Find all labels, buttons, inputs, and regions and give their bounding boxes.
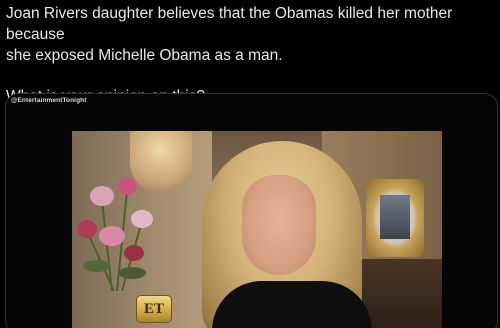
video-watermark: @EntertainmentTonight	[11, 97, 87, 104]
tweet-post: Joan Rivers daughter believes that the O…	[0, 0, 500, 328]
et-logo: ET	[136, 295, 172, 323]
flower-arrangement	[77, 177, 153, 291]
leaf	[118, 267, 146, 279]
tweet-text-line-1: Joan Rivers daughter believes that the O…	[6, 5, 453, 43]
tweet-text: Joan Rivers daughter believes that the O…	[6, 3, 496, 107]
flower-bloom	[131, 210, 153, 228]
tweet-text-line-2: she exposed Michelle Obama as a man.	[6, 47, 283, 64]
video-media-card[interactable]: @EntertainmentTonight ET	[5, 93, 498, 328]
flower-bloom	[77, 220, 97, 238]
flower-bloom	[90, 186, 114, 206]
video-player[interactable]: ET	[72, 131, 442, 328]
flower-bloom	[124, 245, 144, 261]
person-face	[242, 175, 316, 275]
leaf	[83, 260, 111, 272]
person-body	[212, 281, 372, 328]
framed-photo	[380, 195, 410, 239]
flower-bloom	[99, 226, 125, 246]
flower-bloom	[117, 177, 137, 195]
